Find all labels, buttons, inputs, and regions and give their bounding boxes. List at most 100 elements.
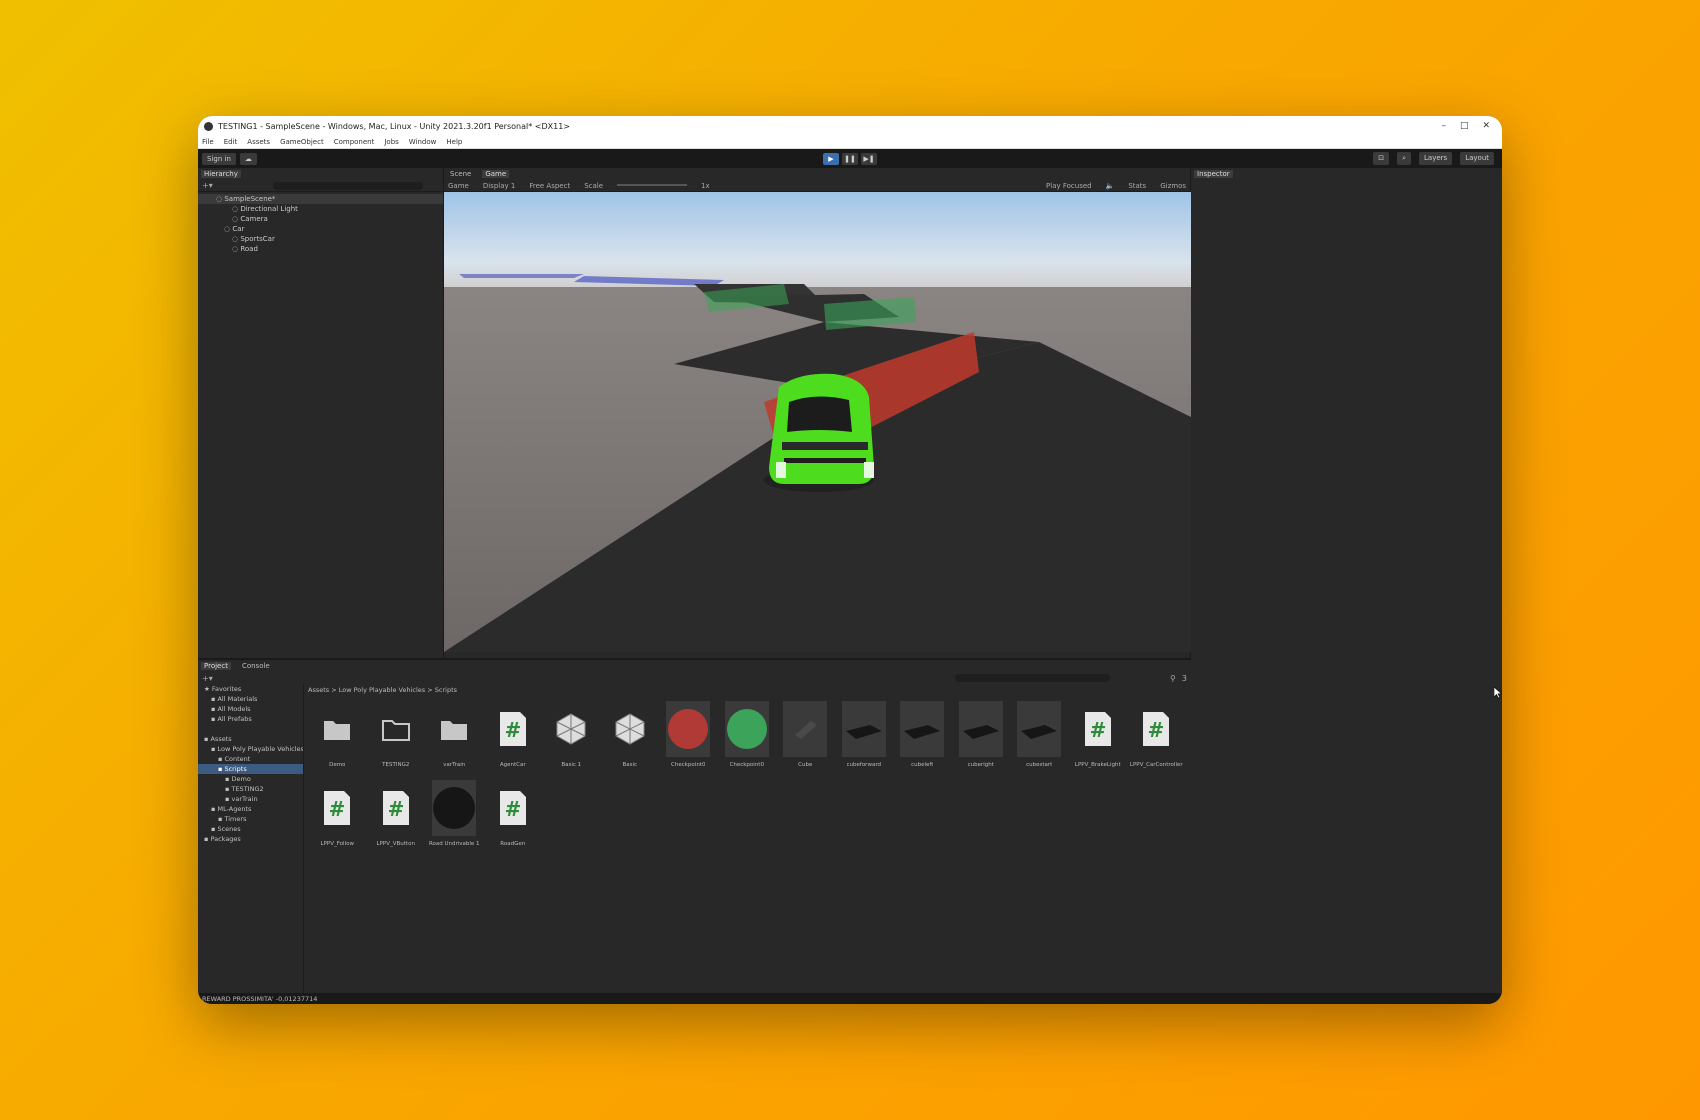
hierarchy-item[interactable]: ◌ Directional Light: [198, 204, 443, 214]
material-preview-icon: [899, 700, 945, 758]
project-tree-item[interactable]: ▪ Demo: [198, 774, 303, 784]
asset-item[interactable]: cuberight: [952, 700, 1011, 779]
menu-edit[interactable]: Edit: [224, 138, 238, 146]
material-preview-icon: [841, 700, 887, 758]
mute-icon[interactable]: 🔈: [1106, 182, 1115, 190]
project-tree-item[interactable]: ▪ Packages: [198, 834, 303, 844]
project-tree-item[interactable]: ▪ ML-Agents: [198, 804, 303, 814]
asset-item[interactable]: Demo: [308, 700, 367, 779]
project-tree-item[interactable]: ▪ All Models: [198, 704, 303, 714]
asset-item[interactable]: # LPPV_Follow: [308, 779, 367, 858]
asset-item[interactable]: Basic: [601, 700, 660, 779]
hierarchy-item[interactable]: ◌ SportsCar: [198, 234, 443, 244]
material-preview-icon: [1016, 700, 1062, 758]
asset-item[interactable]: cubeforward: [835, 700, 894, 779]
hierarchy-item[interactable]: ◌ Car: [198, 224, 443, 234]
asset-item[interactable]: cubestart: [1010, 700, 1069, 779]
project-tree-item[interactable]: ★ Favorites: [198, 684, 303, 694]
asset-label: Road Undrivable 1: [428, 841, 480, 847]
breadcrumb-scripts[interactable]: Scripts: [435, 686, 457, 694]
step-button[interactable]: ▶❚: [861, 152, 877, 165]
asset-label: RoadGen: [500, 841, 526, 847]
asset-item[interactable]: # LPPV_VButton: [367, 779, 426, 858]
hierarchy-item[interactable]: ◌ Camera: [198, 214, 443, 224]
tab-project[interactable]: Project: [201, 662, 231, 670]
scale-slider[interactable]: [617, 183, 688, 186]
layout-dropdown[interactable]: Layout: [1460, 152, 1494, 165]
model-icon: [548, 700, 594, 758]
history-icon[interactable]: ⊡: [1373, 152, 1390, 165]
aspect-dropdown[interactable]: Free Aspect: [529, 182, 570, 190]
pause-button[interactable]: ❚❚: [842, 152, 858, 165]
layers-dropdown[interactable]: Layers: [1419, 152, 1453, 165]
project-tree-item[interactable]: ▪ Low Poly Playable Vehicles: [198, 744, 303, 754]
menu-assets[interactable]: Assets: [247, 138, 270, 146]
display-dropdown[interactable]: Display 1: [483, 182, 515, 190]
project-tree-item[interactable]: ▪ TESTING2: [198, 784, 303, 794]
asset-item[interactable]: # LPPV_BrakeLight: [1069, 700, 1128, 779]
search-icon[interactable]: ⌕: [1397, 152, 1412, 165]
project-tree-item[interactable]: ▪ Scenes: [198, 824, 303, 834]
filter-icon[interactable]: ⚲: [1170, 674, 1176, 683]
gizmos-dropdown[interactable]: Gizmos: [1160, 182, 1186, 190]
project-tree-item[interactable]: ▪ Timers: [198, 814, 303, 824]
svg-text:#: #: [387, 797, 404, 821]
menu-file[interactable]: File: [202, 138, 214, 146]
project-tree-item[interactable]: ▪ Assets: [198, 734, 303, 744]
project-tree-item[interactable]: ▪ Scripts: [198, 764, 303, 774]
cloud-icon[interactable]: ☁: [239, 152, 257, 165]
asset-item[interactable]: Checkpoint0: [718, 700, 777, 779]
breadcrumb-assets[interactable]: Assets: [308, 686, 329, 694]
project-tree-label: TESTING2: [231, 785, 264, 793]
asset-item[interactable]: # AgentCar: [484, 700, 543, 779]
play-button[interactable]: ▶: [823, 152, 839, 165]
asset-item[interactable]: Checkpoint0: [659, 700, 718, 779]
asset-item[interactable]: # LPPV_CarController: [1127, 700, 1186, 779]
project-tree-label: Favorites: [211, 685, 242, 693]
project-tree-item[interactable]: ▪ All Materials: [198, 694, 303, 704]
asset-item[interactable]: cubeleft: [893, 700, 952, 779]
csharp-script-icon: #: [490, 700, 536, 758]
menu-window[interactable]: Window: [409, 138, 437, 146]
minimize-button[interactable]: –: [1441, 121, 1446, 131]
menu-help[interactable]: Help: [446, 138, 462, 146]
close-button[interactable]: ✕: [1482, 121, 1490, 131]
tab-console[interactable]: Console: [239, 662, 273, 670]
asset-item[interactable]: Basic 1: [542, 700, 601, 779]
game-mode-dropdown[interactable]: Game: [448, 182, 469, 190]
console-status-message[interactable]: REWARD PROSSIMITA' -0,01237714: [202, 995, 317, 1003]
asset-item[interactable]: # RoadGen: [484, 779, 543, 858]
project-tree-label: Assets: [210, 735, 232, 743]
project-tree-item[interactable]: ▪ All Prefabs: [198, 714, 303, 724]
menu-gameobject[interactable]: GameObject: [280, 138, 324, 146]
maximize-button[interactable]: □: [1460, 121, 1469, 131]
asset-item[interactable]: Road Undrivable 1: [425, 779, 484, 858]
scale-label: Scale: [584, 181, 604, 190]
tab-hierarchy[interactable]: Hierarchy: [201, 170, 241, 178]
csharp-script-icon: #: [1075, 700, 1121, 758]
tab-inspector[interactable]: Inspector: [1194, 170, 1233, 178]
asset-item[interactable]: varTrain: [425, 700, 484, 779]
asset-item[interactable]: TESTING2: [367, 700, 426, 779]
project-search-input[interactable]: [955, 674, 1111, 682]
sign-in-button[interactable]: Sign in: [202, 152, 236, 165]
project-tree-item[interactable]: ▪ varTrain: [198, 794, 303, 804]
play-focused-dropdown[interactable]: Play Focused: [1046, 182, 1092, 190]
tab-game[interactable]: Game: [482, 170, 510, 178]
project-tree-item[interactable]: ▪ Content: [198, 754, 303, 764]
breadcrumb: Assets > Low Poly Playable Vehicles > Sc…: [308, 686, 458, 694]
game-viewport[interactable]: [444, 192, 1191, 652]
stats-button[interactable]: Stats: [1128, 182, 1146, 190]
create-icon[interactable]: +▾: [202, 674, 213, 683]
hierarchy-item[interactable]: ◌ SampleScene*: [198, 194, 443, 204]
csharp-script-icon: #: [373, 779, 419, 837]
hierarchy-item[interactable]: ◌ Road: [198, 244, 443, 254]
hierarchy-search-input[interactable]: [272, 181, 423, 190]
menu-component[interactable]: Component: [334, 138, 375, 146]
tab-scene[interactable]: Scene: [447, 170, 474, 178]
menu-jobs[interactable]: Jobs: [384, 138, 398, 146]
breadcrumb-lppv[interactable]: Low Poly Playable Vehicles: [339, 686, 425, 694]
add-icon[interactable]: +▾: [202, 181, 213, 190]
asset-label: varTrain: [443, 762, 466, 768]
asset-item[interactable]: Cube: [776, 700, 835, 779]
